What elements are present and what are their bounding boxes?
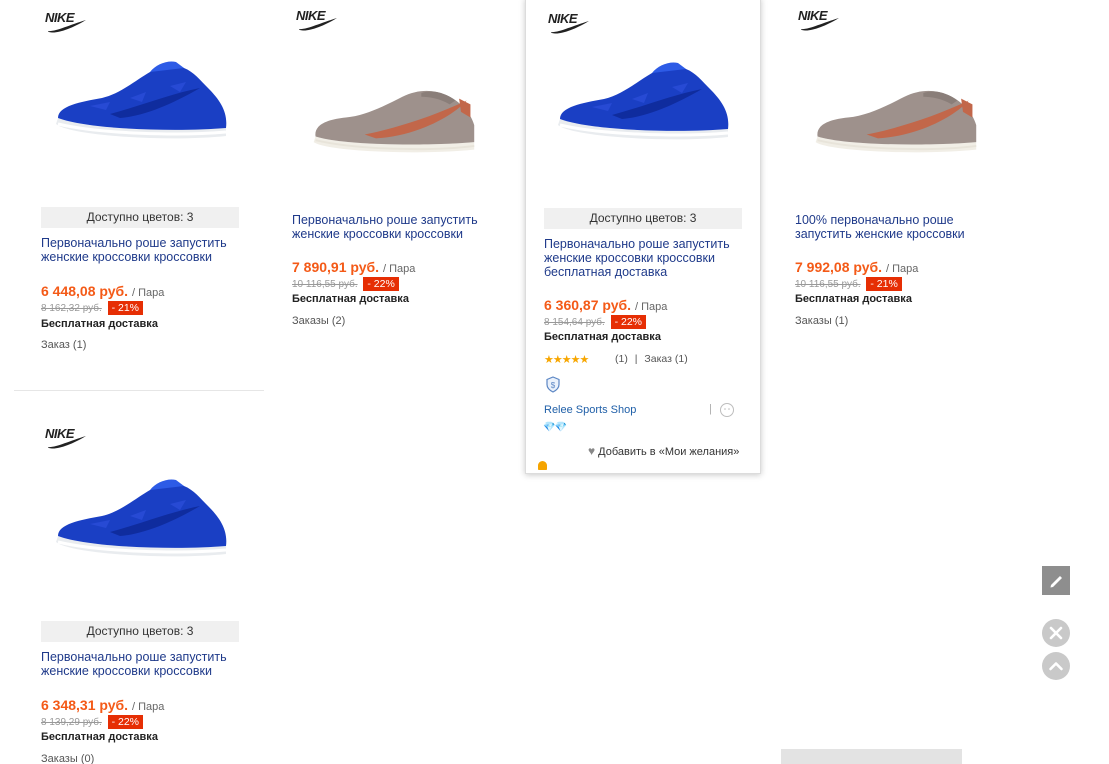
nike-logo: NIKE <box>548 11 590 34</box>
edit-button[interactable] <box>1042 566 1070 595</box>
price-value: 6 360,87 руб. <box>544 297 632 313</box>
price-unit: / Пара <box>382 263 416 275</box>
product-card[interactable]: NIKE Доступно цветов: 3 Первоначально ро… <box>30 414 266 764</box>
brand-name: NIKE <box>45 10 75 25</box>
bell-icon[interactable] <box>538 461 547 470</box>
old-price: 8 139,29 руб. <box>41 717 102 728</box>
orders-count[interactable]: Заказ (1) <box>644 353 687 365</box>
scroll-top-button[interactable] <box>1042 652 1070 680</box>
discount-badge: - 22% <box>363 277 399 291</box>
discount-badge: - 21% <box>107 301 143 315</box>
product-card[interactable]: NIKE Доступно цветов: 3 Первоначально ро… <box>30 0 266 360</box>
product-card-hovered[interactable]: NIKE Доступно цветов: 3 Первоначально ро… <box>525 0 761 474</box>
chevron-up-icon <box>1049 662 1063 671</box>
svg-text:$: $ <box>551 381 556 390</box>
price-value: 7 992,08 руб. <box>795 259 883 275</box>
heart-icon: ♥ <box>588 444 596 458</box>
rating-meta: (1) | Заказ (1) <box>615 353 688 365</box>
old-price-row: 8 139,29 руб. - 22% <box>41 715 143 729</box>
colors-available-bar[interactable]: Доступно цветов: 3 <box>41 621 239 642</box>
rating-stars[interactable]: ★★★★★ <box>544 353 589 366</box>
colors-available-bar[interactable]: Доступно цветов: 3 <box>41 207 239 228</box>
rating-count[interactable]: (1) <box>615 353 628 365</box>
store-divider: | <box>709 403 712 415</box>
orders-count[interactable]: Заказы (2) <box>292 315 345 327</box>
old-price-row: 10 116,55 руб. - 21% <box>795 277 902 291</box>
price-value: 6 348,31 руб. <box>41 697 129 713</box>
price: 6 348,31 руб. / Пара <box>41 697 164 713</box>
free-delivery: Бесплатная доставка <box>41 731 158 743</box>
brand-name: NIKE <box>45 426 75 441</box>
product-title[interactable]: Первоначально роше запустить женские кро… <box>292 213 492 241</box>
price: 6 360,87 руб. / Пара <box>544 297 667 313</box>
add-to-wishlist[interactable]: ♥ Добавить в «Мои желания» <box>588 444 739 458</box>
price-unit: / Пара <box>131 701 165 713</box>
pencil-icon <box>1050 576 1062 588</box>
price: 6 448,08 руб. / Пара <box>41 283 164 299</box>
buyer-protection-icon[interactable]: $ <box>545 376 561 393</box>
price-unit: / Пара <box>885 263 919 275</box>
price: 7 890,91 руб. / Пара <box>292 259 415 275</box>
colors-available-bar[interactable]: Доступно цветов: 3 <box>544 208 742 229</box>
product-image[interactable] <box>552 59 732 149</box>
nike-logo: NIKE <box>45 10 87 33</box>
product-image[interactable] <box>50 58 230 148</box>
old-price: 10 116,55 руб. <box>795 279 861 290</box>
nike-logo: NIKE <box>798 8 840 31</box>
wishlist-label: Добавить в «Мои желания» <box>598 446 740 458</box>
close-button[interactable] <box>1042 619 1070 647</box>
free-delivery: Бесплатная доставка <box>795 293 912 305</box>
product-title[interactable]: Первоначально роше запустить женские кро… <box>41 650 241 678</box>
bottom-panel[interactable] <box>781 749 962 764</box>
product-image[interactable] <box>308 76 478 161</box>
product-title[interactable]: Первоначально роше запустить женские кро… <box>544 237 744 279</box>
product-title[interactable]: 100% первоначально роше запустить женски… <box>795 213 995 241</box>
nike-logo: NIKE <box>45 426 87 449</box>
divider: | <box>634 353 638 365</box>
free-delivery: Бесплатная доставка <box>292 293 409 305</box>
seller-level-diamonds: 💎💎 <box>543 422 567 433</box>
free-delivery: Бесплатная доставка <box>41 318 158 330</box>
old-price-row: 8 162,32 руб. - 21% <box>41 301 143 315</box>
product-card[interactable]: NIKE Первоначально роше запустить женски… <box>281 0 517 340</box>
brand-name: NIKE <box>548 11 578 26</box>
nike-logo: NIKE <box>296 8 338 31</box>
orders-count[interactable]: Заказы (1) <box>795 315 848 327</box>
brand-name: NIKE <box>296 8 326 23</box>
price-value: 6 448,08 руб. <box>41 283 129 299</box>
product-image[interactable] <box>50 476 230 566</box>
price-value: 7 890,91 руб. <box>292 259 380 275</box>
discount-badge: - 22% <box>107 715 143 729</box>
brand-name: NIKE <box>798 8 828 23</box>
old-price: 10 116,55 руб. <box>292 279 358 290</box>
old-price-row: 10 116,55 руб. - 22% <box>292 277 399 291</box>
old-price: 8 154,64 руб. <box>544 317 605 328</box>
old-price: 8 162,32 руб. <box>41 303 102 314</box>
discount-badge: - 22% <box>610 315 646 329</box>
row-divider <box>14 390 264 391</box>
discount-badge: - 21% <box>866 277 902 291</box>
product-image[interactable] <box>810 76 980 161</box>
close-icon <box>1049 626 1063 640</box>
price-unit: / Пара <box>131 287 165 299</box>
price: 7 992,08 руб. / Пара <box>795 259 918 275</box>
old-price-row: 8 154,64 руб. - 22% <box>544 315 646 329</box>
store-link[interactable]: Relee Sports Shop <box>544 404 636 416</box>
chat-face-icon[interactable] <box>719 402 735 418</box>
orders-count[interactable]: Заказы (0) <box>41 753 94 764</box>
orders-count[interactable]: Заказ (1) <box>41 339 86 351</box>
product-title[interactable]: Первоначально роше запустить женские кро… <box>41 236 241 264</box>
product-card[interactable]: NIKE 100% первоначально роше запустить ж… <box>784 0 1020 340</box>
price-unit: / Пара <box>634 301 668 313</box>
free-delivery: Бесплатная доставка <box>544 331 661 343</box>
